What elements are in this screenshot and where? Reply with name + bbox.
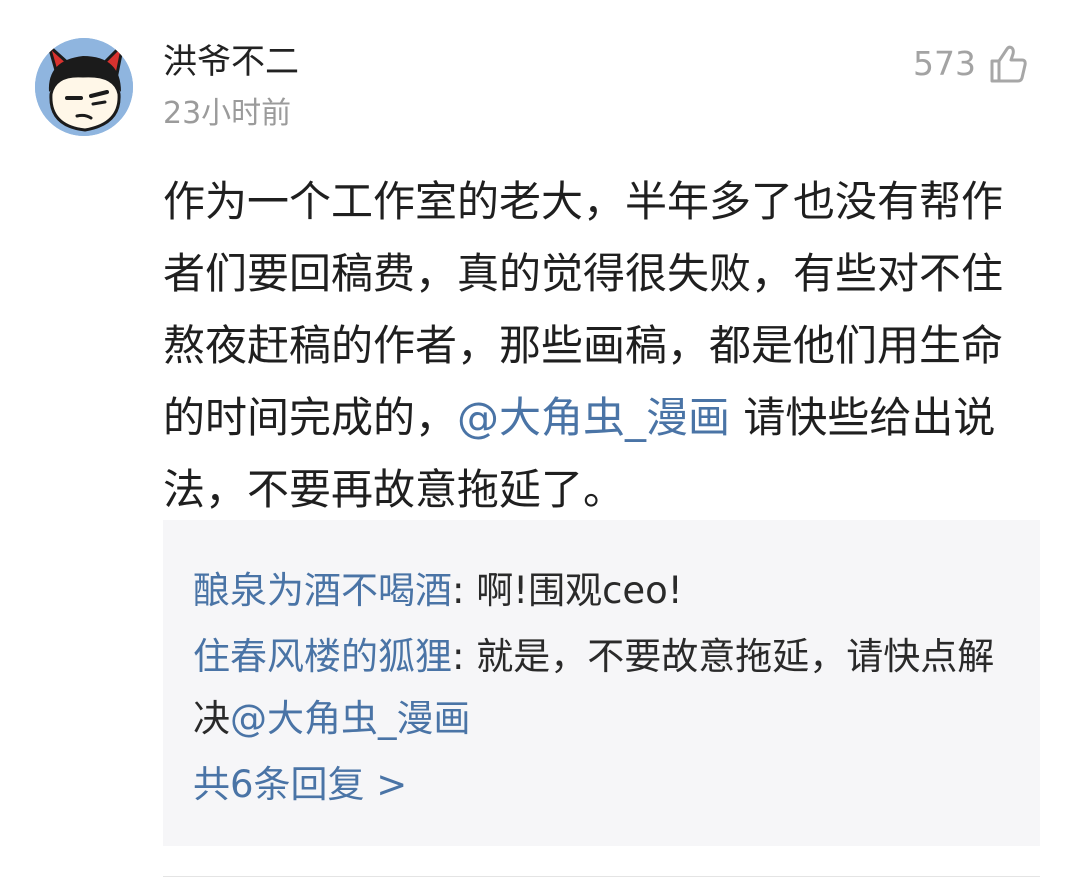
reply-mention-link[interactable]: @大角虫_漫画 <box>230 697 471 740</box>
reply-text: 啊!围观ceo! <box>476 569 683 612</box>
comment-text: 作为一个工作室的老大，半年多了也没有帮作者们要回稿费，真的觉得很失败，有些对不住… <box>163 166 1028 526</box>
comment-username[interactable]: 洪爷不二 <box>163 40 299 84</box>
reply-item: 酿泉为酒不喝酒: 啊!围观ceo! <box>193 560 1010 622</box>
like-button[interactable]: 573 <box>913 40 1028 88</box>
comment-timestamp: 23小时前 <box>163 96 292 131</box>
comment-mention-link[interactable]: @大角虫_漫画 <box>457 393 730 442</box>
reply-separator: : <box>452 635 477 678</box>
user-avatar[interactable] <box>35 38 133 136</box>
reply-username[interactable]: 酿泉为酒不喝酒 <box>193 569 452 612</box>
reply-item: 住春风楼的狐狸: 就是，不要故意拖延，请快点解决@大角虫_漫画 <box>193 626 1010 750</box>
reply-username[interactable]: 住春风楼的狐狸 <box>193 635 452 678</box>
like-count: 573 <box>913 44 976 83</box>
view-all-replies-link[interactable]: 共6条回复 > <box>193 754 1010 816</box>
thumbs-up-icon[interactable] <box>988 43 1028 85</box>
reply-preview-box: 酿泉为酒不喝酒: 啊!围观ceo! 住春风楼的狐狸: 就是，不要故意拖延，请快点… <box>163 520 1040 846</box>
reply-separator: : <box>452 569 477 612</box>
cartoon-avatar-icon <box>35 38 133 136</box>
comment-divider <box>163 876 1040 877</box>
